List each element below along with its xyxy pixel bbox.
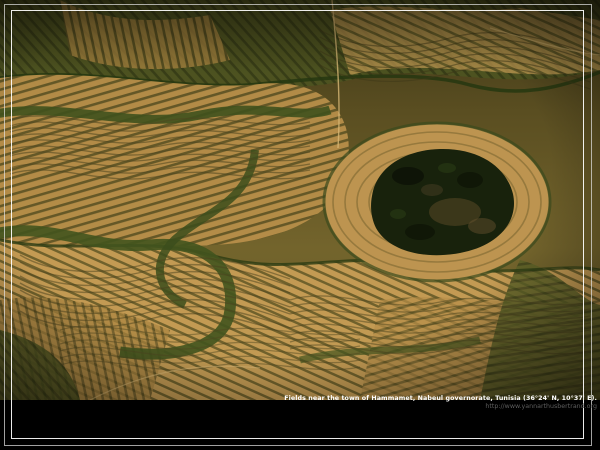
photo-caption: Fields near the town of Hammamet, Nabeul… [284, 396, 597, 411]
wallpaper: Fields near the town of Hammamet, Nabeul… [0, 0, 600, 450]
aerial-photo-art [0, 0, 600, 400]
caption-url: http://www.yannarthusbertrand.org [284, 404, 597, 410]
aerial-photo [0, 0, 600, 400]
caption-title: Fields near the town of Hammamet, Nabeul… [284, 396, 597, 402]
